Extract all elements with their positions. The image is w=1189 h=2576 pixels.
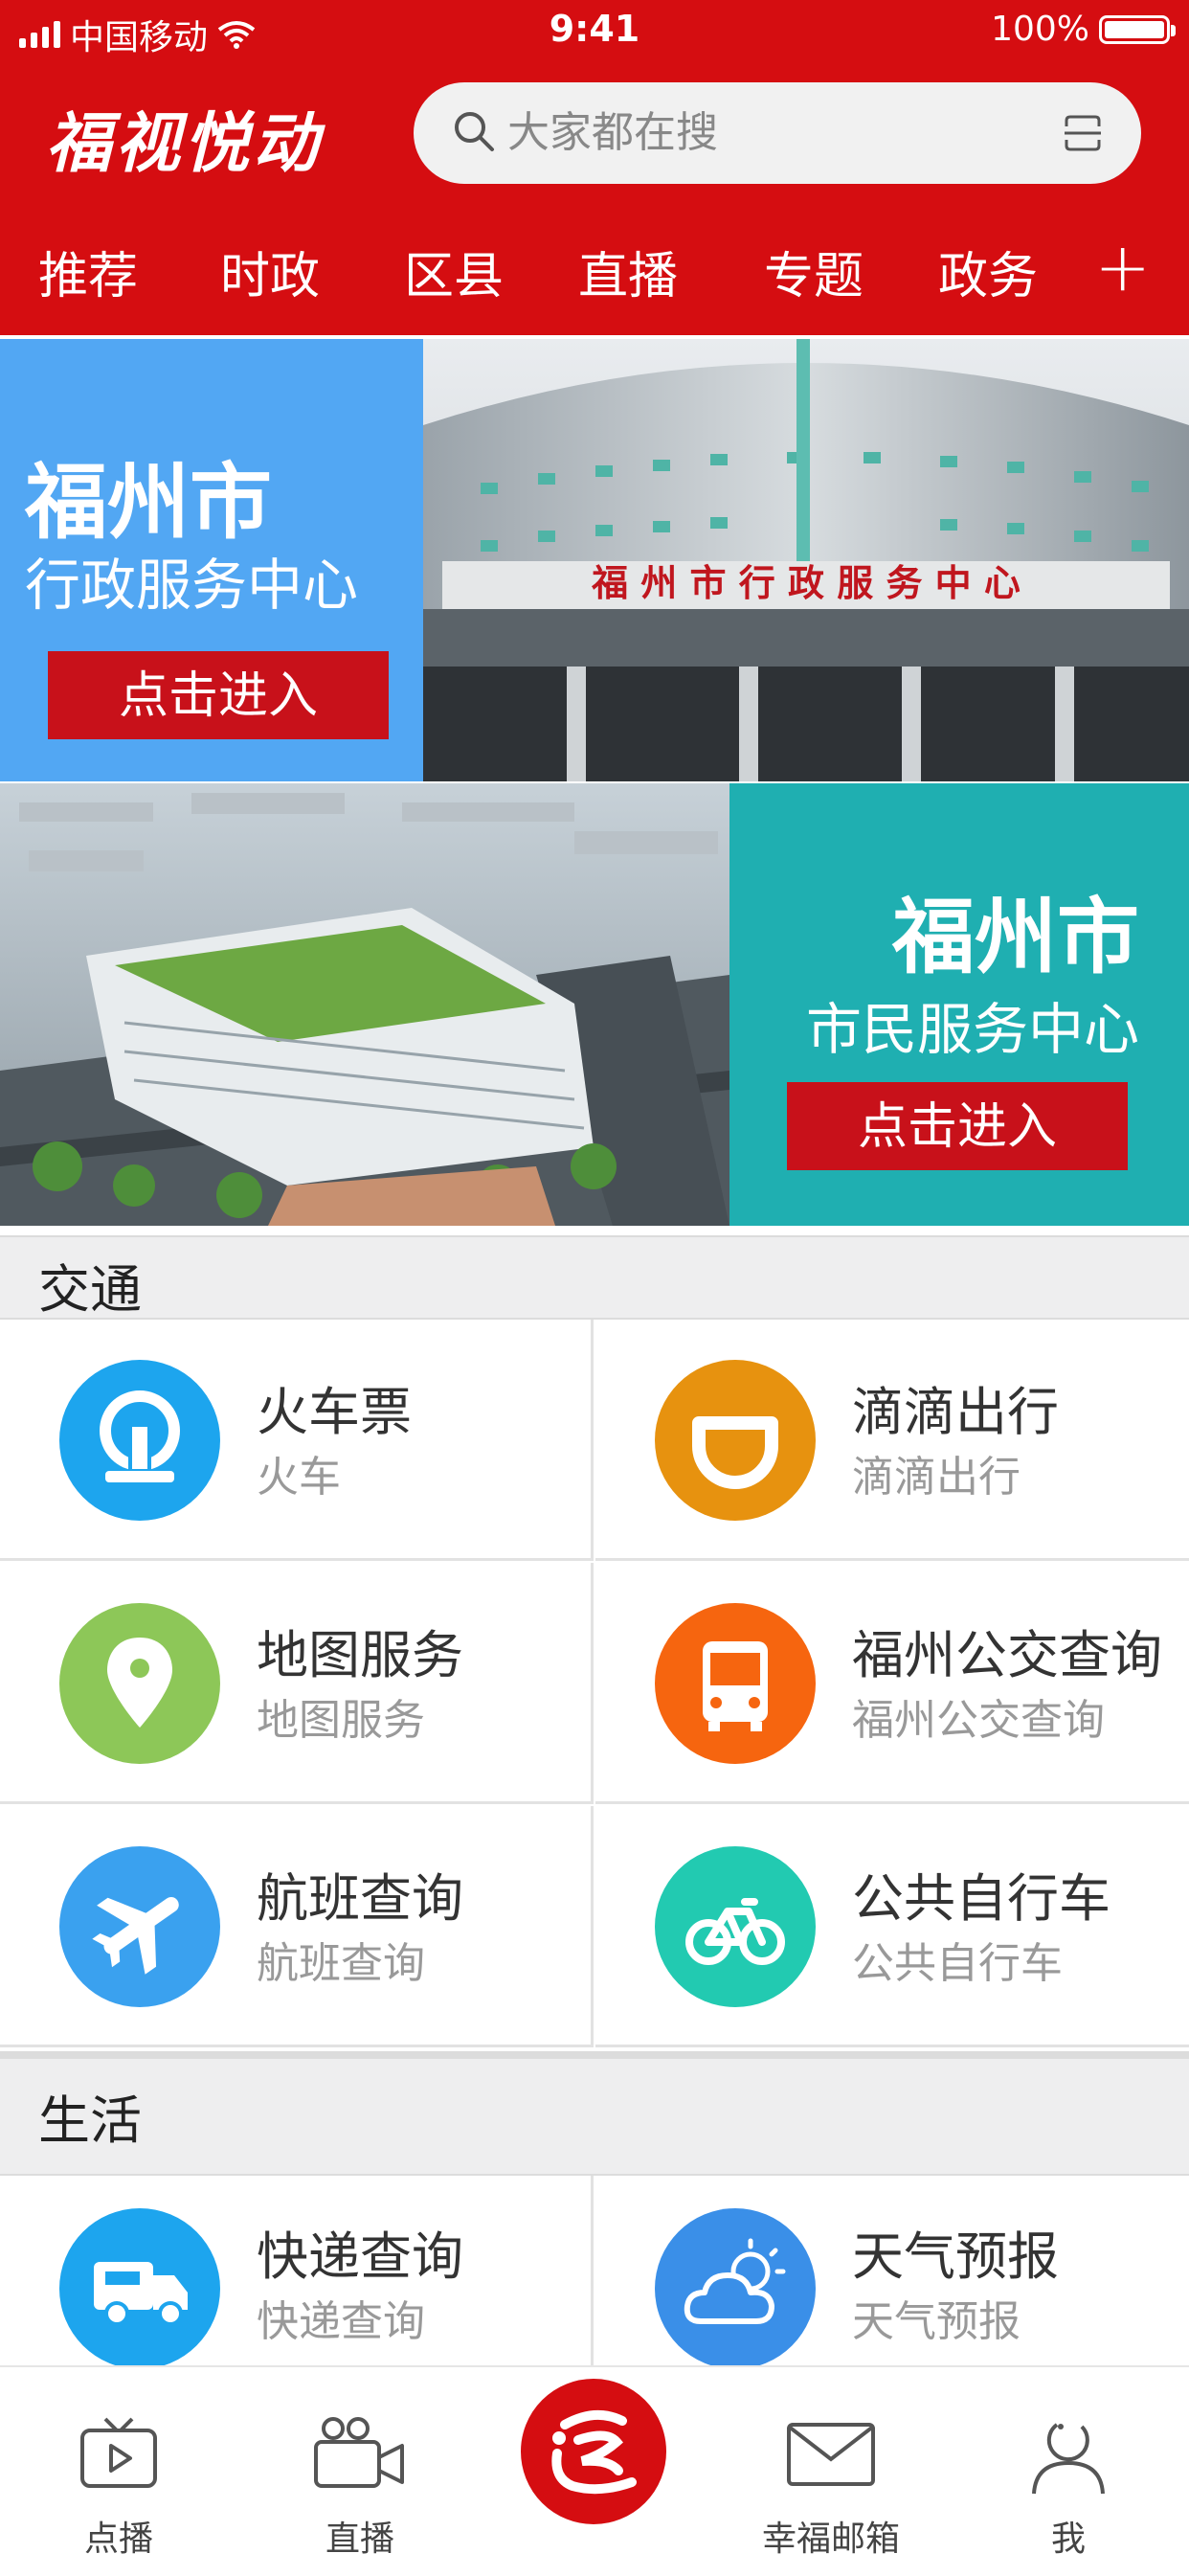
service-didi[interactable]: 滴滴出行 滴滴出行 bbox=[595, 1320, 1189, 1561]
service-map[interactable]: 地图服务 地图服务 bbox=[0, 1563, 594, 1804]
banner-admin-service-center[interactable]: 福州市 行政服务中心 点击进入 福 州 市 行 政 服 务 中 心 bbox=[0, 339, 1189, 781]
service-subtitle: 滴滴出行 bbox=[852, 1453, 1021, 1502]
tab-recommend[interactable]: 推荐 bbox=[38, 236, 138, 307]
service-title: 火车票 bbox=[257, 1382, 412, 1442]
scan-icon[interactable] bbox=[1063, 113, 1103, 153]
banner-subtitle: 行政服务中心 bbox=[25, 553, 359, 618]
tab-politics[interactable]: 时政 bbox=[220, 236, 320, 307]
banner-text-panel: 福州市 市民服务中心 点击进入 bbox=[729, 783, 1189, 1226]
service-title: 天气预报 bbox=[852, 2226, 1059, 2287]
bicycle-icon bbox=[655, 1846, 816, 2007]
map-pin-icon bbox=[59, 1603, 220, 1764]
app-header: 福视悦动 推荐 时政 区县 直播 专题 政务 + bbox=[0, 61, 1189, 335]
train-icon bbox=[59, 1360, 220, 1521]
tv-play-icon bbox=[80, 2417, 157, 2488]
nav-vod[interactable]: 点播 bbox=[23, 2367, 214, 2576]
tab-government[interactable]: 政务 bbox=[938, 236, 1038, 307]
plane-icon bbox=[59, 1846, 220, 2007]
battery-percent: 100% bbox=[991, 10, 1089, 49]
section-header-life: 生活 bbox=[0, 2051, 1189, 2176]
nav-live[interactable]: 直播 bbox=[264, 2367, 456, 2576]
building-photo: 福 州 市 行 政 服 务 中 心 bbox=[423, 339, 1189, 781]
service-title: 滴滴出行 bbox=[852, 1382, 1059, 1442]
nav-label: 我 bbox=[1050, 2520, 1086, 2559]
service-flight-query[interactable]: 航班查询 航班查询 bbox=[0, 1806, 594, 2047]
service-subtitle: 公共自行车 bbox=[852, 1939, 1063, 1988]
video-camera-icon bbox=[314, 2417, 404, 2488]
nav-label: 直播 bbox=[325, 2520, 394, 2559]
svg-text:福 州 市 行 政 服 务 中 心: 福 州 市 行 政 服 务 中 心 bbox=[591, 561, 1021, 604]
tab-topics[interactable]: 专题 bbox=[764, 236, 864, 307]
enter-button[interactable]: 点击进入 bbox=[787, 1082, 1128, 1170]
weather-icon bbox=[655, 2208, 816, 2365]
delivery-truck-icon bbox=[59, 2208, 220, 2365]
user-icon bbox=[1032, 2423, 1105, 2495]
search-icon bbox=[455, 112, 494, 151]
banner-citizen-service-center[interactable]: 福州市 市民服务中心 点击进入 bbox=[0, 783, 1189, 1226]
service-express-query[interactable]: 快递查询 快递查询 bbox=[0, 2176, 594, 2365]
banner-text-panel: 福州市 行政服务中心 点击进入 bbox=[0, 339, 423, 781]
category-tabs: 推荐 时政 区县 直播 专题 政务 bbox=[0, 218, 1189, 324]
section-header-traffic: 交通 bbox=[0, 1235, 1189, 1320]
service-title: 航班查询 bbox=[257, 1868, 463, 1929]
app-logo-icon bbox=[551, 2409, 637, 2495]
banner-subtitle: 市民服务中心 bbox=[805, 997, 1139, 1062]
service-bus-query[interactable]: 福州公交查询 福州公交查询 bbox=[595, 1563, 1189, 1804]
battery-icon bbox=[1099, 14, 1176, 44]
traffic-services-grid: 火车票 火车 滴滴出行 滴滴出行 地图服务 地图服务 福州公交查询 福州公交查询… bbox=[0, 1320, 1189, 2047]
section-title: 生活 bbox=[38, 2090, 142, 2151]
search-bar[interactable] bbox=[414, 82, 1141, 184]
service-title: 地图服务 bbox=[257, 1625, 463, 1685]
bus-icon bbox=[655, 1603, 816, 1764]
banner-title: 福州市 bbox=[25, 455, 272, 551]
didi-icon bbox=[655, 1360, 816, 1521]
tab-districts[interactable]: 区县 bbox=[404, 236, 504, 307]
service-title: 福州公交查询 bbox=[852, 1625, 1162, 1685]
service-weather[interactable]: 天气预报 天气预报 bbox=[595, 2176, 1189, 2365]
nav-mailbox[interactable]: 幸福邮箱 bbox=[735, 2367, 927, 2576]
service-subtitle: 火车 bbox=[257, 1453, 341, 1502]
service-train-tickets[interactable]: 火车票 火车 bbox=[0, 1320, 594, 1561]
app-logo-button[interactable] bbox=[515, 2373, 672, 2530]
tab-live[interactable]: 直播 bbox=[578, 236, 678, 307]
nav-label: 幸福邮箱 bbox=[761, 2520, 900, 2559]
service-title: 快递查询 bbox=[257, 2226, 463, 2287]
service-subtitle: 地图服务 bbox=[257, 1696, 425, 1745]
status-right: 100% bbox=[991, 10, 1176, 49]
service-subtitle: 航班查询 bbox=[257, 1939, 425, 1988]
service-subtitle: 快递查询 bbox=[257, 2297, 425, 2346]
service-subtitle: 福州公交查询 bbox=[852, 1696, 1105, 1745]
service-title: 公共自行车 bbox=[852, 1868, 1110, 1929]
life-services-grid: 快递查询 快递查询 天气预报 天气预报 bbox=[0, 2176, 1189, 2365]
banner-title: 福州市 bbox=[892, 890, 1139, 985]
app-logo: 福视悦动 bbox=[46, 105, 323, 182]
building-rendering bbox=[0, 783, 729, 1226]
search-input[interactable] bbox=[505, 102, 1045, 163]
service-public-bicycle[interactable]: 公共自行车 公共自行车 bbox=[595, 1806, 1189, 2047]
mail-icon bbox=[787, 2423, 875, 2486]
enter-button[interactable]: 点击进入 bbox=[48, 651, 389, 739]
service-subtitle: 天气预报 bbox=[852, 2297, 1021, 2346]
add-tab-button[interactable]: + bbox=[1094, 234, 1151, 301]
nav-label: 点播 bbox=[83, 2520, 153, 2559]
section-title: 交通 bbox=[38, 1259, 142, 1320]
nav-me[interactable]: 我 bbox=[973, 2367, 1164, 2576]
status-bar: 中国移动 9:41 100% bbox=[0, 0, 1189, 61]
